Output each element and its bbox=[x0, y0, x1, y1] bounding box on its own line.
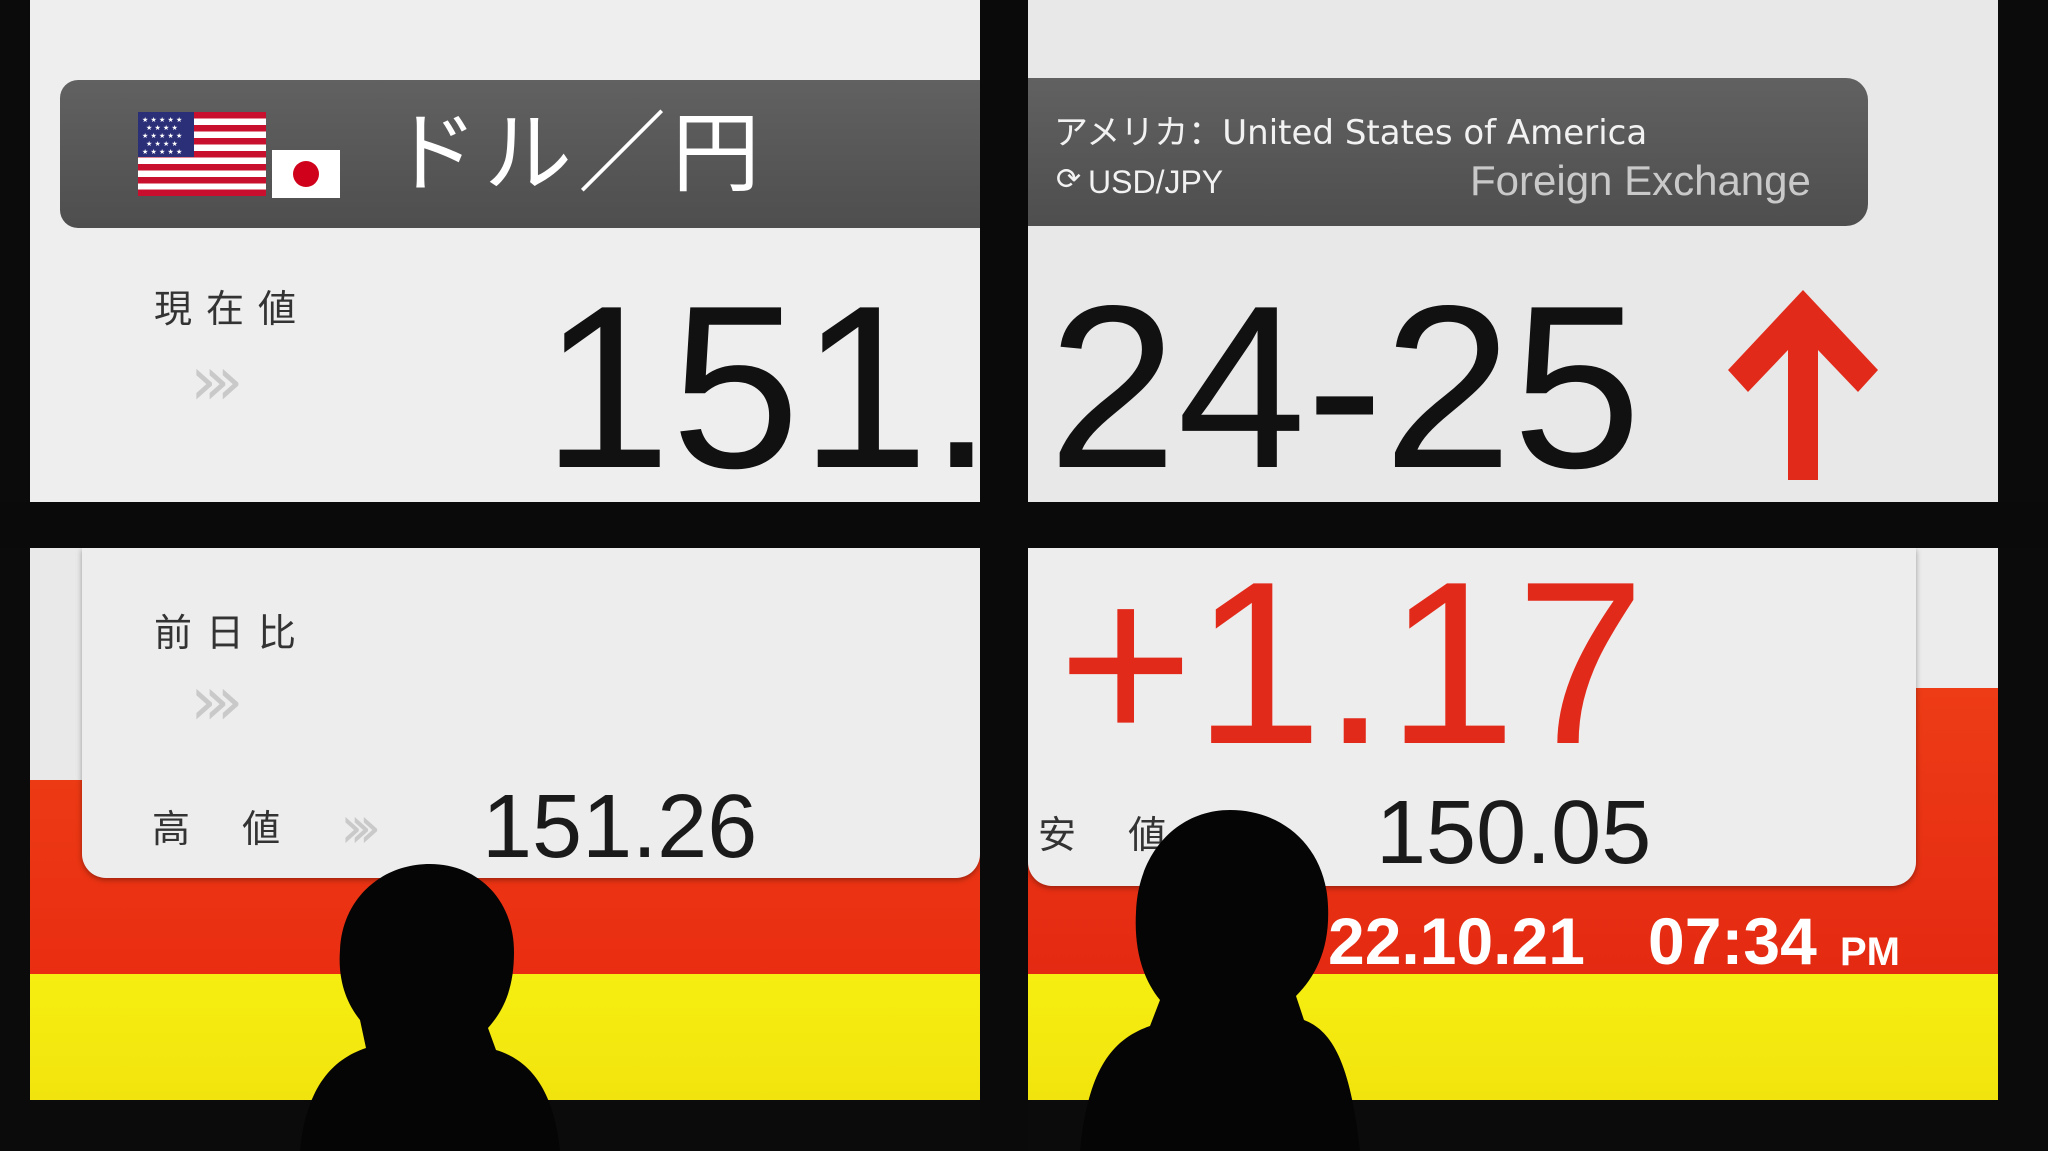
chevron-arrows-icon: ››› bbox=[190, 662, 243, 741]
time-display: 07:34 bbox=[1648, 904, 1817, 978]
high-label: 高 値 bbox=[152, 807, 281, 851]
japan-flag-icon bbox=[272, 150, 340, 198]
currency-pair-title: ドル／円 bbox=[390, 102, 767, 205]
current-price-integer: 151. bbox=[542, 258, 980, 503]
chevron-arrows-icon: ››› bbox=[340, 793, 381, 861]
svg-text:★ ★ ★ ★: ★ ★ ★ ★ bbox=[146, 124, 178, 132]
screen-top-right: アメリカ：United States of America ⟳ USD/JPY … bbox=[1028, 0, 1998, 502]
svg-text:★ ★ ★ ★ ★: ★ ★ ★ ★ ★ bbox=[142, 148, 182, 156]
svg-text:★ ★ ★ ★ ★: ★ ★ ★ ★ ★ bbox=[142, 132, 182, 140]
high-value: 151.26 bbox=[482, 777, 758, 877]
svg-text:★ ★ ★ ★ ★: ★ ★ ★ ★ ★ bbox=[142, 116, 182, 124]
up-arrow-icon bbox=[1728, 290, 1878, 480]
refresh-icon: ⟳ bbox=[1056, 162, 1082, 197]
current-price-label: 現在値 bbox=[154, 287, 311, 331]
pedestrian-silhouette-left bbox=[300, 860, 560, 1151]
us-flag-icon: ★ ★ ★ ★ ★ ★ ★ ★ ★ ★ ★ ★ ★ ★ ★ ★ ★ ★ ★ ★ … bbox=[138, 112, 266, 196]
current-price-decimals: 24-25 bbox=[1048, 258, 1642, 503]
svg-text:★ ★ ★ ★: ★ ★ ★ ★ bbox=[146, 140, 178, 148]
country-label: アメリカ：United States of America bbox=[1054, 113, 1648, 153]
ticker-label: USD/JPY bbox=[1088, 164, 1224, 200]
ampm-display: PM bbox=[1840, 930, 1900, 974]
change-label: 前日比 bbox=[154, 611, 311, 655]
chevron-arrows-icon: ››› bbox=[190, 342, 243, 421]
frame-vertical-divider bbox=[980, 0, 1028, 1151]
pedestrian-silhouette-right bbox=[1080, 808, 1360, 1151]
category-label: Foreign Exchange bbox=[1470, 157, 1811, 204]
screen-top-left: ★ ★ ★ ★ ★ ★ ★ ★ ★ ★ ★ ★ ★ ★ ★ ★ ★ ★ ★ ★ … bbox=[30, 0, 980, 502]
fx-display-board: ★ ★ ★ ★ ★ ★ ★ ★ ★ ★ ★ ★ ★ ★ ★ ★ ★ ★ ★ ★ … bbox=[0, 0, 2048, 1151]
date-display: 22.10.21 bbox=[1328, 904, 1585, 978]
low-value: 150.05 bbox=[1376, 783, 1652, 883]
frame-horizontal-divider bbox=[0, 502, 2048, 548]
change-value: +1.17 bbox=[1058, 548, 1646, 793]
